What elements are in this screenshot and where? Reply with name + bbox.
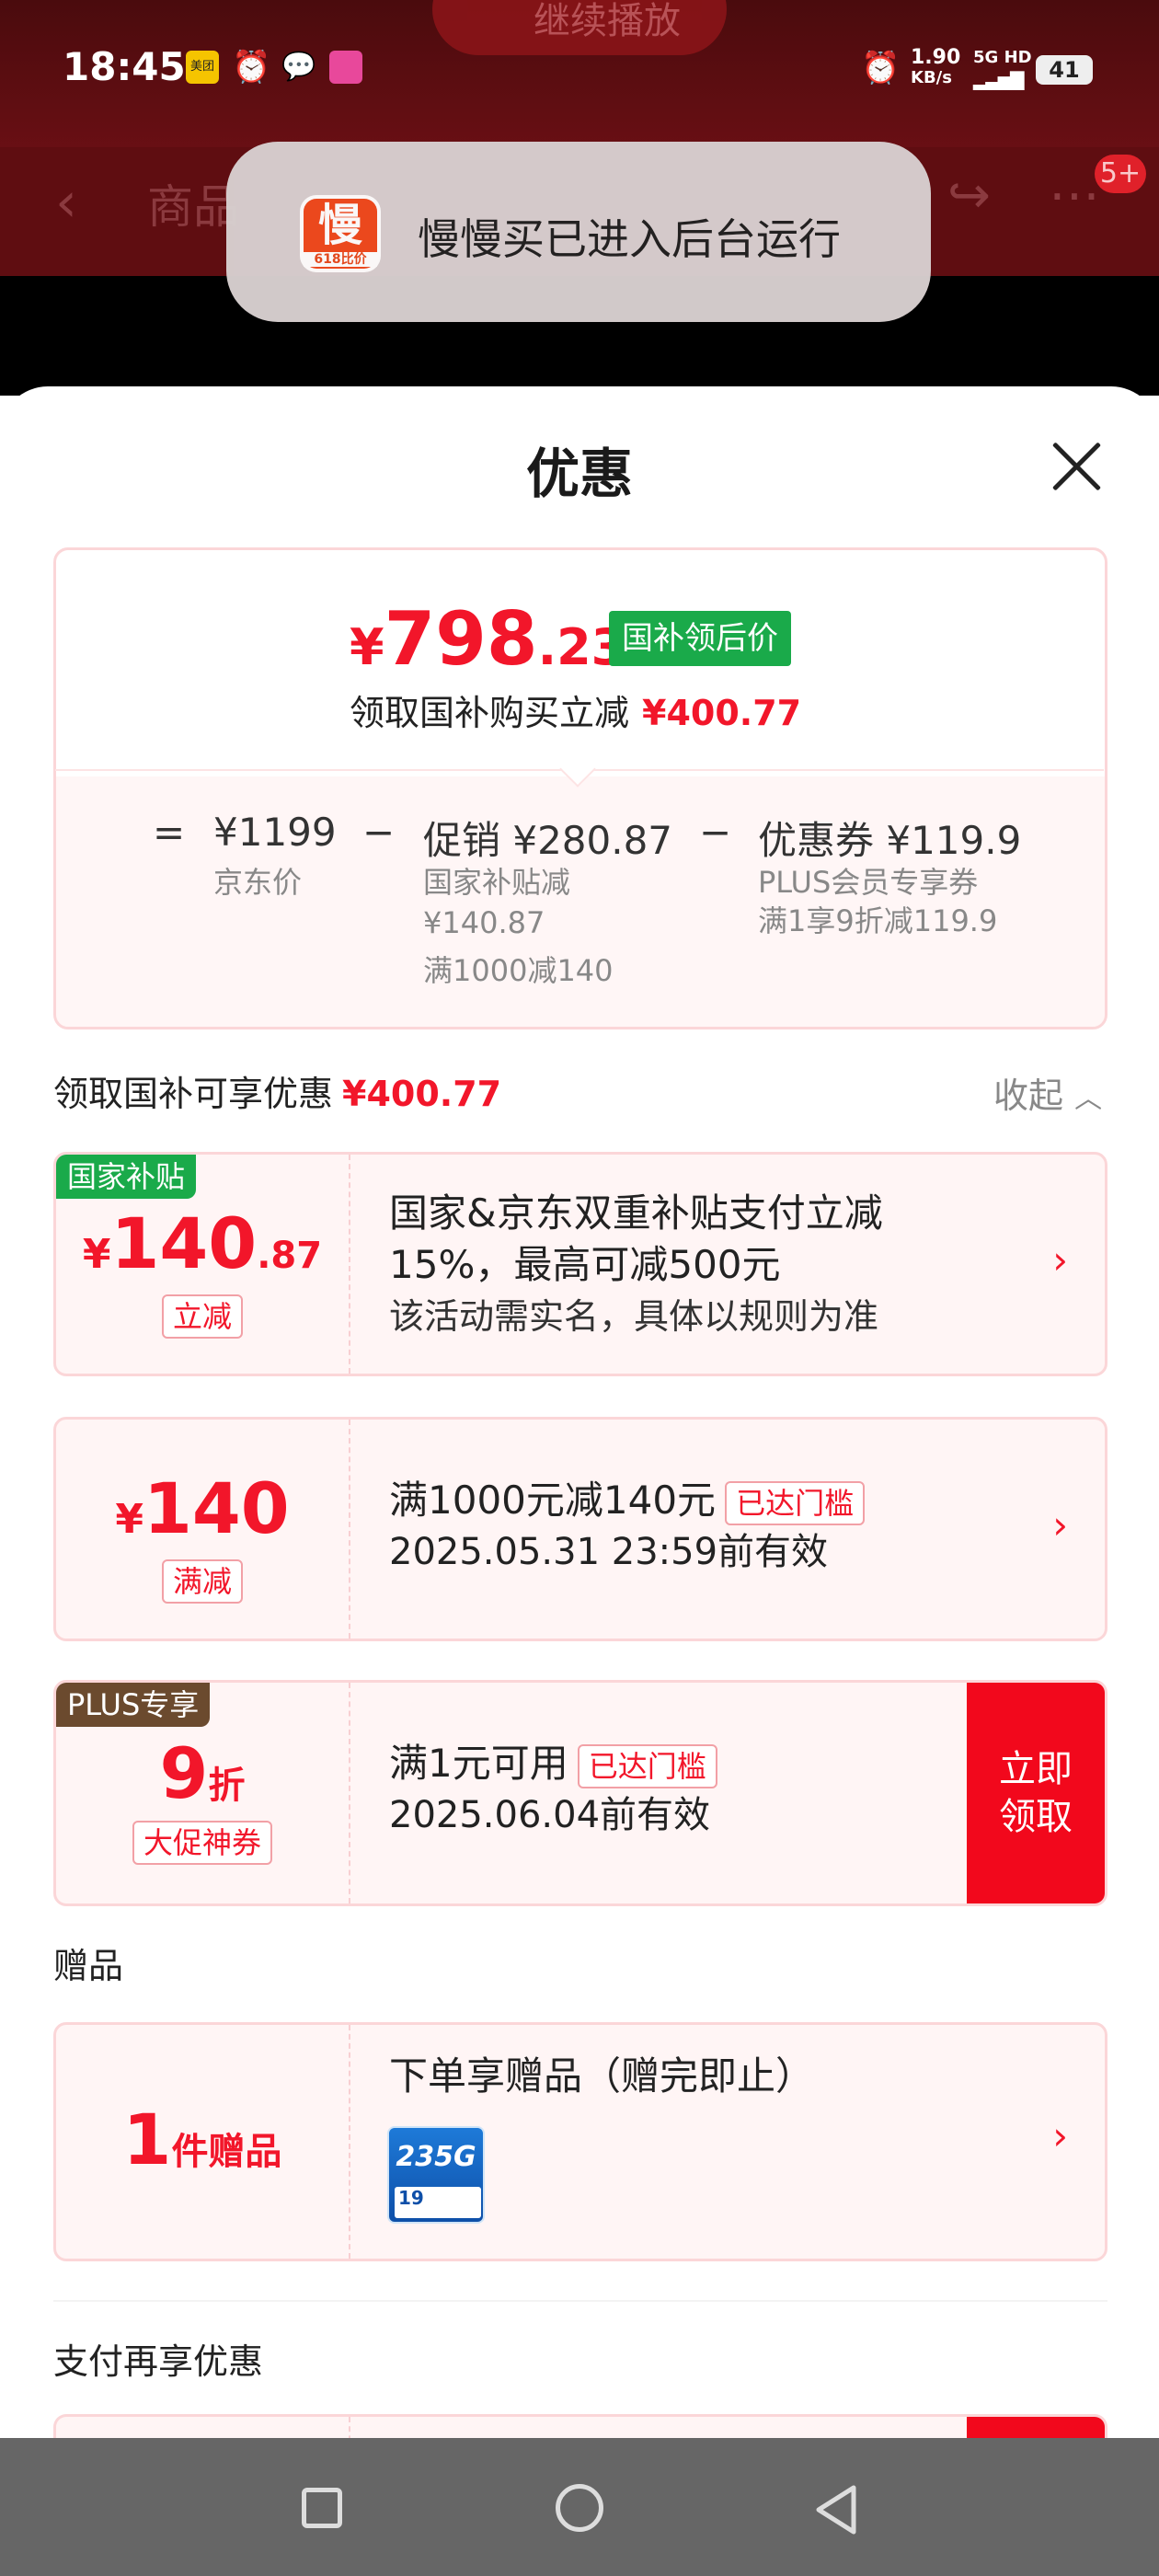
collapse-button[interactable]: 收起 ︿ bbox=[993, 1067, 1102, 1118]
meituan-icon: 美团 bbox=[186, 51, 219, 84]
network-speed: 1.90 KB/s bbox=[911, 48, 960, 88]
chevron-right-icon: › bbox=[1052, 1502, 1068, 1547]
back-chevron-icon: ‹ bbox=[55, 170, 77, 235]
formula-eq: = bbox=[153, 810, 186, 855]
final-price-int: 798 bbox=[384, 596, 538, 682]
section-divider bbox=[53, 2300, 1107, 2302]
corner-tag-national: 国家补贴 bbox=[56, 1155, 197, 1199]
system-nav-bar bbox=[0, 2438, 1159, 2576]
coupon-line-2: 满1享9折减119.9 bbox=[758, 903, 998, 938]
message-badge: 5+ bbox=[1095, 155, 1146, 193]
back-triangle-icon[interactable] bbox=[809, 2482, 865, 2537]
coupon-body: 国家&京东双重补贴支付立减 15%，最高可减500元 该活动需实名，具体以规则为… bbox=[389, 1190, 883, 1337]
alarm-icon: ⏰ bbox=[232, 49, 271, 86]
speed-value: 1.90 bbox=[911, 46, 961, 69]
jd-price: ¥1199 bbox=[213, 810, 337, 855]
coupon-full-reduction[interactable]: ¥140 满减 满1000元减140元 已达门槛 2025.05.31 23:59… bbox=[53, 1417, 1107, 1641]
logo-char: 慢 bbox=[317, 200, 362, 251]
chevron-right-icon: › bbox=[1052, 2113, 1068, 2158]
threshold-met-badge: 已达门槛 bbox=[577, 1743, 717, 1788]
gift-thumbnail: 235G 19 bbox=[387, 2126, 485, 2224]
speed-unit: KB/s bbox=[911, 68, 952, 87]
coupon-national-subsidy[interactable]: 国家补贴 ¥140.87 立减 国家&京东双重补贴支付立减 15%，最高可减50… bbox=[53, 1152, 1107, 1376]
app-icon bbox=[329, 51, 362, 84]
coupon-value: 优惠券 ¥119.9 bbox=[758, 818, 1022, 863]
gift-title: 下单享赠品（赠完即止） bbox=[389, 2053, 815, 2099]
jd-price-label: 京东价 bbox=[213, 865, 303, 900]
promo-line-1: 国家补贴减 bbox=[423, 865, 571, 900]
coupon-amount: ¥140 bbox=[115, 1467, 290, 1549]
promo-value: 促销 ¥280.87 bbox=[423, 818, 673, 863]
gift-card[interactable]: 1件赠品 下单享赠品（赠完即止） 235G 19 › bbox=[53, 2022, 1107, 2261]
recents-square-icon[interactable] bbox=[302, 2488, 342, 2528]
logo-sub: 618比价 bbox=[304, 252, 377, 267]
claim-now-button[interactable]: 立即领取 bbox=[967, 1683, 1105, 1903]
payment-section-header: 支付再享优惠 bbox=[53, 2341, 264, 2382]
network-type: 5G HD bbox=[973, 48, 1032, 67]
final-price: ¥798.23 bbox=[350, 596, 626, 682]
share-icon: ↪ bbox=[947, 166, 991, 225]
section-header-subsidy: 领取国补可享优惠 ¥400.77 bbox=[53, 1074, 502, 1114]
coupon-type-tag: 立减 bbox=[161, 1294, 244, 1339]
sheet-title: 优惠 bbox=[525, 443, 633, 505]
coupon-body: 满1000元减140元 已达门槛 2025.05.31 23:59前有效 bbox=[389, 1475, 866, 1578]
battery-indicator: 41 bbox=[1036, 55, 1093, 85]
section-subsidy-value: ¥400.77 bbox=[342, 1074, 502, 1114]
subsidy-line: 领取国补购买立减 ¥400.77 bbox=[350, 693, 802, 733]
gift-count: 1件赠品 bbox=[122, 2099, 282, 2180]
coupon-plus-exclusive: PLUS专享 9折 大促神券 满1元可用 已达门槛 2025.06.04前有效 立… bbox=[53, 1680, 1107, 1906]
formula-minus-1: − bbox=[362, 810, 396, 855]
more-icon: ⋯ bbox=[1049, 166, 1100, 225]
coupon-line-1: PLUS会员专享券 bbox=[758, 865, 979, 900]
formula-minus-2: − bbox=[699, 810, 732, 855]
promo-line-2: ¥140.87 bbox=[423, 905, 545, 940]
price-tag: 国补领后价 bbox=[609, 611, 791, 666]
toast-text: 慢慢买已进入后台运行 bbox=[418, 214, 841, 264]
subsidy-value: ¥400.77 bbox=[642, 693, 802, 733]
manmanmai-logo-icon: 慢 618比价 bbox=[300, 195, 381, 272]
coupon-body: 满1元可用 已达门槛 2025.06.04前有效 bbox=[389, 1738, 717, 1841]
coupon-type-tag: 大促神券 bbox=[132, 1821, 273, 1865]
corner-tag-plus: PLUS专享 bbox=[56, 1683, 211, 1727]
coupon-amount: ¥140.87 bbox=[82, 1202, 323, 1284]
close-icon[interactable] bbox=[1049, 438, 1104, 493]
collapse-label: 收起 bbox=[993, 1075, 1064, 1116]
status-time: 18:45 bbox=[63, 44, 186, 89]
threshold-met-badge: 已达门槛 bbox=[725, 1480, 866, 1525]
gifts-section-header: 赠品 bbox=[53, 1946, 124, 1986]
wechat-icon: 💬 bbox=[281, 51, 316, 83]
home-circle-icon[interactable] bbox=[556, 2484, 603, 2532]
chevron-up-icon: ︿ bbox=[1074, 1083, 1103, 1115]
alarm-status-icon: ⏰ bbox=[861, 50, 901, 86]
coupon-amount: 9折 bbox=[159, 1732, 246, 1814]
background-toast: 慢 618比价 慢慢买已进入后台运行 bbox=[226, 142, 931, 322]
status-bar: 18:45 美团 ⏰ 💬 ⏰ 1.90 KB/s 5G HD ▂▃▅▇ 41 bbox=[0, 0, 1159, 138]
background-nav-title: 商品 bbox=[147, 180, 239, 234]
coupon-type-tag: 满减 bbox=[161, 1559, 244, 1604]
signal-icon: ▂▃▅▇ bbox=[973, 68, 1025, 90]
chevron-right-icon: › bbox=[1052, 1237, 1068, 1282]
promo-line-3: 满1000减140 bbox=[423, 953, 614, 988]
